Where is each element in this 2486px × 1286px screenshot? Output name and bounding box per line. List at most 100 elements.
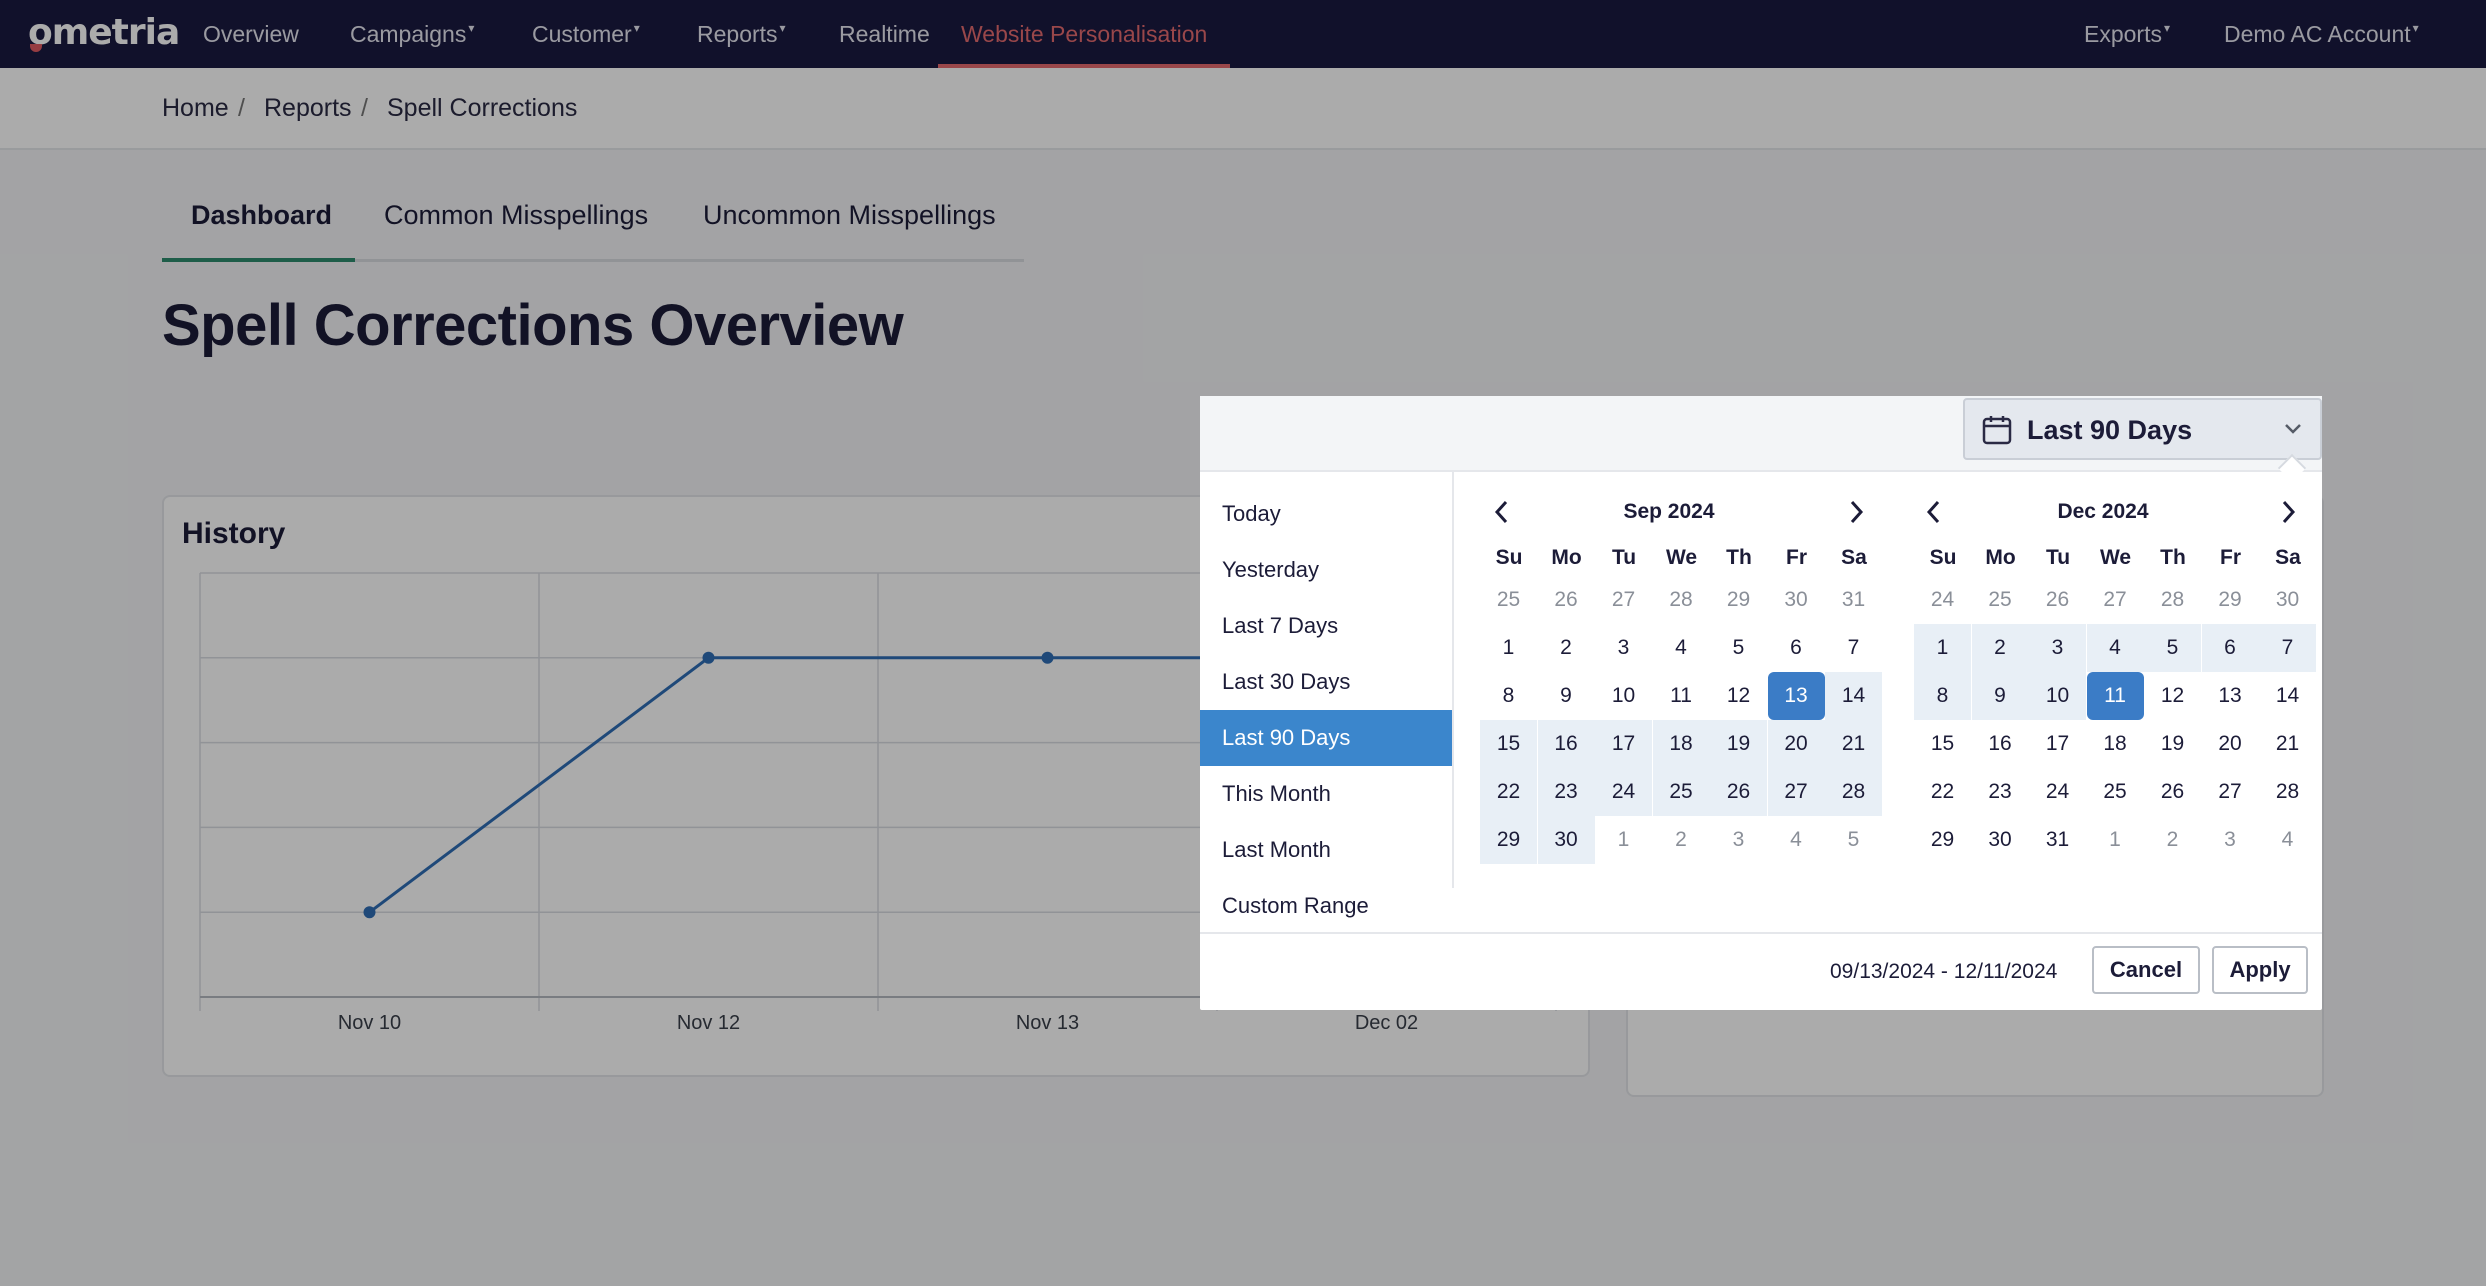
calendar-day[interactable]: 10 bbox=[2029, 672, 2086, 720]
calendar-day[interactable]: 30 bbox=[1972, 816, 2029, 864]
calendar-day[interactable]: 11 bbox=[1653, 672, 1710, 720]
calendar-day[interactable]: 23 bbox=[1972, 768, 2029, 816]
calendar-day[interactable]: 25 bbox=[1972, 576, 2029, 624]
calendar-day[interactable]: 4 bbox=[1768, 816, 1825, 864]
calendar-day[interactable]: 2 bbox=[1971, 624, 2029, 672]
calendar-day[interactable]: 7 bbox=[2259, 624, 2316, 672]
calendar-day[interactable]: 4 bbox=[2086, 624, 2144, 672]
preset-list: Today Yesterday Last 7 Days Last 30 Days Las… bbox=[1200, 472, 1454, 918]
calendar-day[interactable]: 17 bbox=[2029, 720, 2086, 768]
calendar-day[interactable]: 21 bbox=[1825, 720, 1882, 768]
calendar-day[interactable]: 10 bbox=[1595, 672, 1652, 720]
calendar-day[interactable]: 29 bbox=[1914, 816, 1971, 864]
calendar-day[interactable]: 9 bbox=[1971, 672, 2029, 720]
calendar-day[interactable]: 1 bbox=[1480, 624, 1537, 672]
calendar-day[interactable]: 22 bbox=[1480, 768, 1537, 816]
calendar-day[interactable]: 26 bbox=[2029, 576, 2086, 624]
calendar-day[interactable]: 21 bbox=[2259, 720, 2316, 768]
calendar-day[interactable]: 1 bbox=[2087, 816, 2144, 864]
calendar-day[interactable]: 28 bbox=[1653, 576, 1710, 624]
calendar-day[interactable]: 3 bbox=[2202, 816, 2259, 864]
calendar-day[interactable]: 14 bbox=[2259, 672, 2316, 720]
calendar-day[interactable]: 9 bbox=[1538, 672, 1595, 720]
preset-last-month[interactable]: Last Month bbox=[1200, 822, 1452, 878]
next-month-chevron-icon[interactable] bbox=[1844, 498, 1868, 526]
calendar-day[interactable]: 2 bbox=[2144, 816, 2201, 864]
calendar-day[interactable]: 15 bbox=[1914, 720, 1971, 768]
calendar-day[interactable]: 3 bbox=[2029, 624, 2086, 672]
calendar-day[interactable]: 18 bbox=[2087, 720, 2144, 768]
calendar-day[interactable]: 7 bbox=[1825, 624, 1882, 672]
calendar-day[interactable]: 4 bbox=[1653, 624, 1710, 672]
calendar-day[interactable]: 25 bbox=[1652, 768, 1710, 816]
calendar-day[interactable]: 27 bbox=[1767, 768, 1825, 816]
weekday-header: Mo bbox=[1551, 546, 1582, 569]
calendar-day[interactable]: 16 bbox=[1537, 720, 1595, 768]
calendar-day[interactable]: 31 bbox=[2029, 816, 2086, 864]
calendar-day[interactable]: 27 bbox=[2087, 576, 2144, 624]
calendar-day[interactable]: 29 bbox=[1710, 576, 1767, 624]
calendar-day[interactable]: 8 bbox=[1914, 672, 1971, 720]
calendar-day[interactable]: 16 bbox=[1972, 720, 2029, 768]
preset-last-90-days[interactable]: Last 90 Days bbox=[1200, 710, 1452, 766]
calendar-day[interactable]: 13 bbox=[2202, 672, 2259, 720]
calendar-day[interactable]: 31 bbox=[1825, 576, 1882, 624]
calendar-day[interactable]: 17 bbox=[1595, 720, 1652, 768]
preset-last-7-days[interactable]: Last 7 Days bbox=[1200, 598, 1452, 654]
calendar-day[interactable]: 20 bbox=[2202, 720, 2259, 768]
next-month-chevron-icon[interactable] bbox=[2276, 498, 2300, 526]
calendar-day[interactable]: 25 bbox=[2087, 768, 2144, 816]
calendar-day[interactable]: 5 bbox=[1825, 816, 1882, 864]
calendar-day[interactable]: 6 bbox=[1768, 624, 1825, 672]
calendar-day[interactable]: 24 bbox=[1914, 576, 1971, 624]
calendar-day[interactable]: 22 bbox=[1914, 768, 1971, 816]
calendar-day[interactable]: 5 bbox=[2144, 624, 2201, 672]
calendar-day[interactable]: 28 bbox=[2259, 768, 2316, 816]
calendar-day[interactable]: 29 bbox=[1480, 816, 1537, 864]
calendar-day[interactable]: 4 bbox=[2259, 816, 2316, 864]
calendar-day[interactable]: 23 bbox=[1537, 768, 1595, 816]
calendar-day[interactable]: 2 bbox=[1653, 816, 1710, 864]
calendar-day[interactable]: 1 bbox=[1914, 624, 1971, 672]
calendar-day[interactable]: 19 bbox=[1710, 720, 1767, 768]
weekday-header: Su bbox=[1929, 546, 1957, 569]
calendar-day[interactable]: 15 bbox=[1480, 720, 1537, 768]
calendar-day[interactable]: 26 bbox=[1710, 768, 1767, 816]
calendar-day[interactable]: 24 bbox=[2029, 768, 2086, 816]
preset-custom-range[interactable]: Custom Range bbox=[1200, 878, 1452, 934]
date-range-dropdown[interactable]: Last 90 Days bbox=[1963, 398, 2322, 460]
cancel-button[interactable]: Cancel bbox=[2092, 946, 2200, 994]
calendar-day[interactable]: 3 bbox=[1595, 624, 1652, 672]
preset-today[interactable]: Today bbox=[1200, 486, 1452, 542]
calendar-day[interactable]: 26 bbox=[2144, 768, 2201, 816]
calendar-day[interactable]: 27 bbox=[1595, 576, 1652, 624]
calendar-day[interactable]: 25 bbox=[1480, 576, 1537, 624]
calendar-day[interactable]: 6 bbox=[2201, 624, 2259, 672]
calendar-day[interactable]: 30 bbox=[2259, 576, 2316, 624]
preset-this-month[interactable]: This Month bbox=[1200, 766, 1452, 822]
calendar-day[interactable]: 30 bbox=[1768, 576, 1825, 624]
calendar-day[interactable]: 30 bbox=[1537, 816, 1595, 864]
calendar-day[interactable]: 5 bbox=[1710, 624, 1767, 672]
calendar-day[interactable]: 1 bbox=[1595, 816, 1652, 864]
calendar-day[interactable]: 3 bbox=[1710, 816, 1767, 864]
calendar-day[interactable]: 12 bbox=[1710, 672, 1767, 720]
calendar-day[interactable]: 2 bbox=[1538, 624, 1595, 672]
calendar-day[interactable]: 29 bbox=[2202, 576, 2259, 624]
calendar-day[interactable]: 19 bbox=[2144, 720, 2201, 768]
calendar-day[interactable]: 13 bbox=[1767, 672, 1825, 720]
calendar-day[interactable]: 28 bbox=[1825, 768, 1882, 816]
calendar-day[interactable]: 14 bbox=[1825, 672, 1882, 720]
calendar-day[interactable]: 27 bbox=[2202, 768, 2259, 816]
preset-last-30-days[interactable]: Last 30 Days bbox=[1200, 654, 1452, 710]
preset-yesterday[interactable]: Yesterday bbox=[1200, 542, 1452, 598]
calendar-day[interactable]: 24 bbox=[1595, 768, 1652, 816]
calendar-day[interactable]: 11 bbox=[2086, 672, 2144, 720]
calendar-day[interactable]: 20 bbox=[1767, 720, 1825, 768]
apply-button[interactable]: Apply bbox=[2212, 946, 2308, 994]
calendar-day[interactable]: 12 bbox=[2144, 672, 2201, 720]
calendar-day[interactable]: 8 bbox=[1480, 672, 1537, 720]
calendar-day[interactable]: 28 bbox=[2144, 576, 2201, 624]
calendar-day[interactable]: 26 bbox=[1538, 576, 1595, 624]
calendar-day[interactable]: 18 bbox=[1652, 720, 1710, 768]
